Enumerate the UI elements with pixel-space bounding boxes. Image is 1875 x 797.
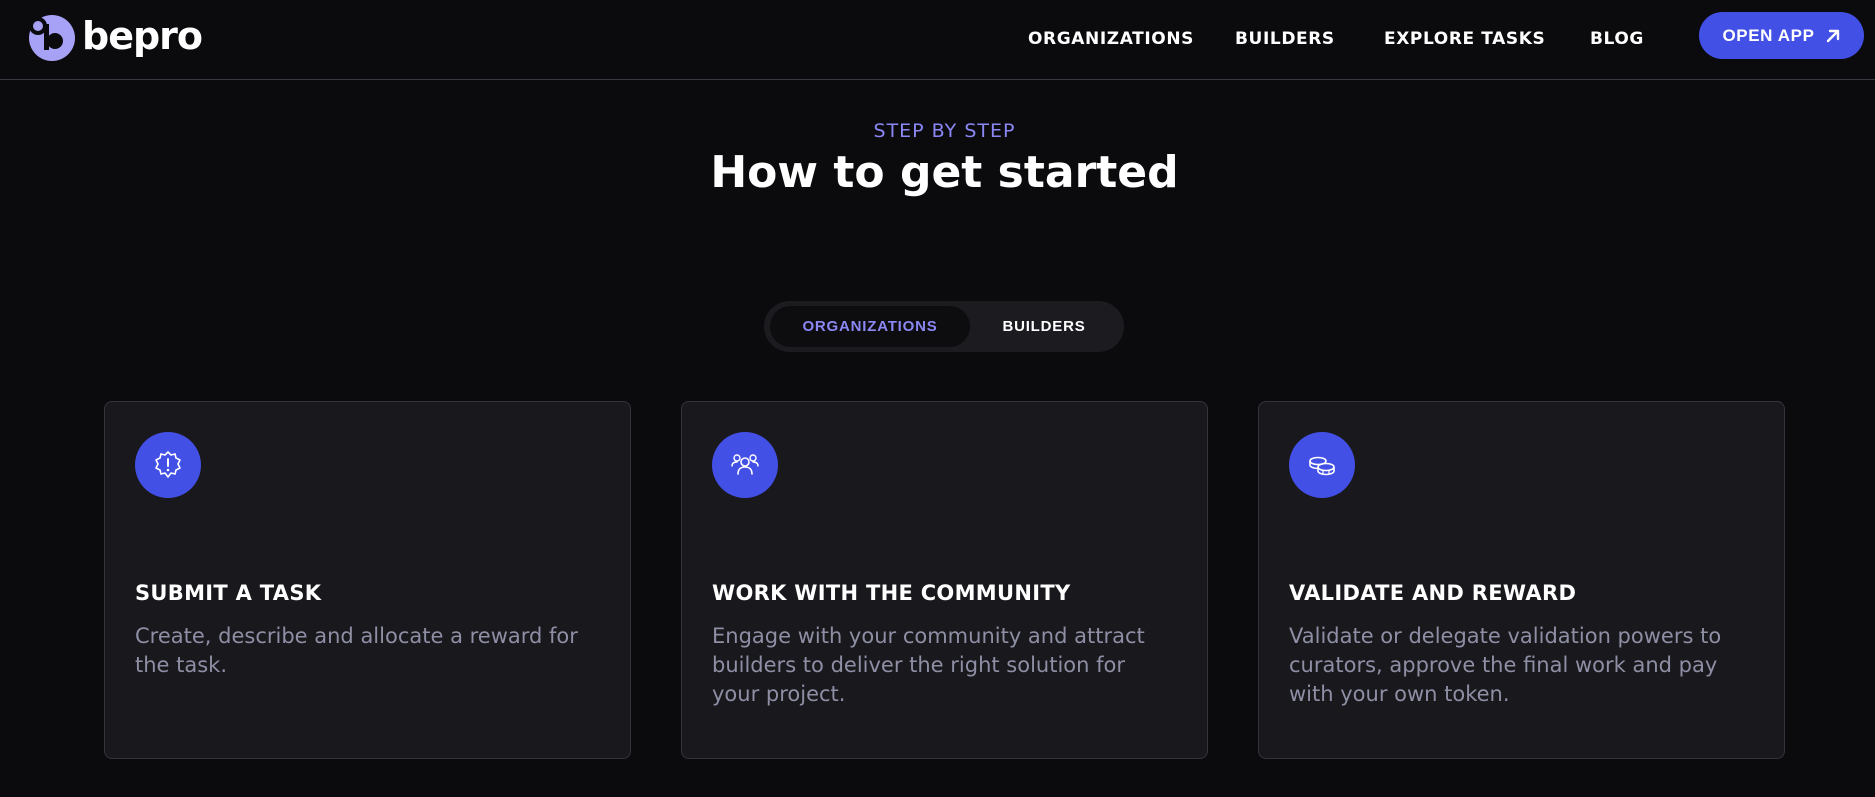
- badge-alert-icon: [135, 432, 201, 498]
- step-card-submit-task: SUBMIT A TASK Create, describe and alloc…: [104, 401, 631, 759]
- card-title: VALIDATE AND REWARD: [1289, 581, 1577, 605]
- users-icon: [712, 432, 778, 498]
- card-description: Engage with your community and attract b…: [712, 624, 1145, 706]
- nav-explore-tasks[interactable]: EXPLORE TASKS: [1384, 29, 1545, 49]
- audience-toggle: ORGANIZATIONS BUILDERS: [764, 301, 1124, 352]
- nav-builders[interactable]: BUILDERS: [1235, 29, 1335, 49]
- step-card-validate-reward: VALIDATE AND REWARD Validate or delegate…: [1258, 401, 1785, 759]
- card-description: Create, describe and allocate a reward f…: [135, 624, 578, 677]
- nav-blog[interactable]: BLOG: [1590, 29, 1644, 49]
- card-description: Validate or delegate validation powers t…: [1289, 624, 1722, 706]
- coins-icon: [1289, 432, 1355, 498]
- main-nav: ORGANIZATIONS BUILDERS EXPLORE TASKS BLO…: [0, 0, 1875, 78]
- open-app-label: OPEN APP: [1722, 25, 1815, 45]
- toggle-builders[interactable]: BUILDERS: [970, 306, 1118, 347]
- card-title: WORK WITH THE COMMUNITY: [712, 581, 1071, 605]
- open-app-button[interactable]: OPEN APP: [1699, 12, 1864, 59]
- arrow-up-right-icon: [1826, 29, 1839, 42]
- card-title: SUBMIT A TASK: [135, 581, 322, 605]
- nav-organizations[interactable]: ORGANIZATIONS: [1028, 29, 1194, 49]
- site-header: bepro ORGANIZATIONS BUILDERS EXPLORE TAS…: [0, 0, 1875, 80]
- section-title: How to get started: [710, 147, 1179, 198]
- step-card-work-community: WORK WITH THE COMMUNITY Engage with your…: [681, 401, 1208, 759]
- toggle-organizations[interactable]: ORGANIZATIONS: [770, 306, 970, 347]
- section-eyebrow: STEP BY STEP: [873, 120, 1016, 142]
